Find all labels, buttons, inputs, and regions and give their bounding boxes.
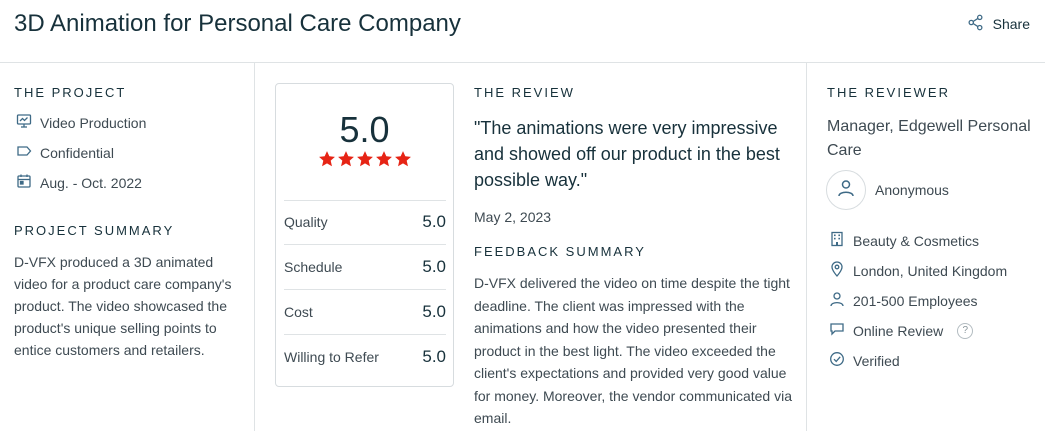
review-heading: THE REVIEW	[474, 85, 575, 100]
reviewer-review-type-label: Online Review	[853, 322, 944, 339]
reviewer-industry-label: Beauty & Cosmetics	[853, 232, 980, 249]
avatar	[826, 170, 866, 210]
feedback-summary-heading: FEEDBACK SUMMARY	[474, 244, 646, 259]
chat-bubble-icon	[829, 321, 845, 340]
reviewer-company-size: 201-500 Employees	[829, 291, 978, 310]
star-icon	[356, 150, 374, 173]
rating-value: 5.0	[422, 256, 446, 276]
reviewer-title: Manager, Edgewell Personal Care	[827, 118, 1031, 159]
project-budget-label: Confidential	[40, 144, 114, 161]
page-title: 3D Animation for Personal Care Company	[14, 10, 461, 37]
rating-card: 5.0 Quality 5.0 Schedule 5.0 Cost 5.0 Wi…	[275, 83, 454, 387]
tag-icon	[16, 143, 32, 162]
project-dates-label: Aug. - Oct. 2022	[40, 174, 142, 191]
rating-row-schedule: Schedule 5.0	[284, 244, 446, 289]
building-icon	[829, 231, 845, 250]
user-icon	[836, 178, 856, 203]
rating-row-quality: Quality 5.0	[284, 199, 446, 244]
review-quote: "The animations were very impressive and…	[474, 118, 780, 190]
reviewer-review-type: Online Review ?	[829, 321, 974, 340]
reviewer-verified-label: Verified	[853, 352, 900, 369]
column-divider	[806, 63, 807, 431]
rating-value: 5.0	[422, 301, 446, 321]
star-icon	[375, 150, 393, 173]
rating-row-cost: Cost 5.0	[284, 289, 446, 334]
project-heading: THE PROJECT	[14, 85, 127, 100]
rating-label: Willing to Refer	[284, 348, 379, 365]
project-service-label: Video Production	[40, 114, 147, 131]
help-icon[interactable]: ?	[957, 322, 974, 339]
feedback-summary-text: D-VFX delivered the video on time despit…	[474, 275, 793, 426]
calendar-icon	[16, 173, 32, 192]
reviewer-location: London, United Kingdom	[829, 261, 1007, 280]
project-service: Video Production	[16, 113, 146, 132]
person-icon	[829, 291, 845, 310]
rating-row-refer: Willing to Refer 5.0	[284, 334, 446, 379]
share-button[interactable]: Share	[967, 14, 1030, 34]
star-rating	[276, 150, 453, 173]
reviewer-company-size-label: 201-500 Employees	[853, 292, 978, 309]
project-dates: Aug. - Oct. 2022	[16, 173, 142, 192]
star-icon	[337, 150, 355, 173]
project-summary-text: D-VFX produced a 3D animated video for a…	[14, 254, 232, 358]
column-divider	[254, 63, 255, 431]
project-budget: Confidential	[16, 143, 114, 162]
reviewer-verified: Verified	[829, 351, 900, 370]
reviewer-heading: THE REVIEWER	[827, 85, 950, 100]
reviewer-anonymous: Anonymous	[875, 182, 949, 198]
reviewer-industry: Beauty & Cosmetics	[829, 231, 979, 250]
rating-value: 5.0	[422, 211, 446, 231]
review-date: May 2, 2023	[474, 209, 552, 225]
monitor-icon	[16, 113, 32, 132]
location-pin-icon	[829, 261, 845, 280]
share-label: Share	[992, 16, 1030, 32]
rating-label: Schedule	[284, 258, 343, 275]
star-icon	[318, 150, 336, 173]
check-circle-icon	[829, 351, 845, 370]
star-icon	[394, 150, 412, 173]
project-summary-heading: PROJECT SUMMARY	[14, 223, 175, 238]
header-divider	[0, 62, 1045, 63]
rating-label: Cost	[284, 303, 313, 320]
reviewer-location-label: London, United Kingdom	[853, 262, 1008, 279]
overall-rating: 5.0	[339, 109, 390, 150]
share-icon	[967, 14, 984, 34]
rating-label: Quality	[284, 213, 328, 230]
rating-value: 5.0	[422, 346, 446, 366]
